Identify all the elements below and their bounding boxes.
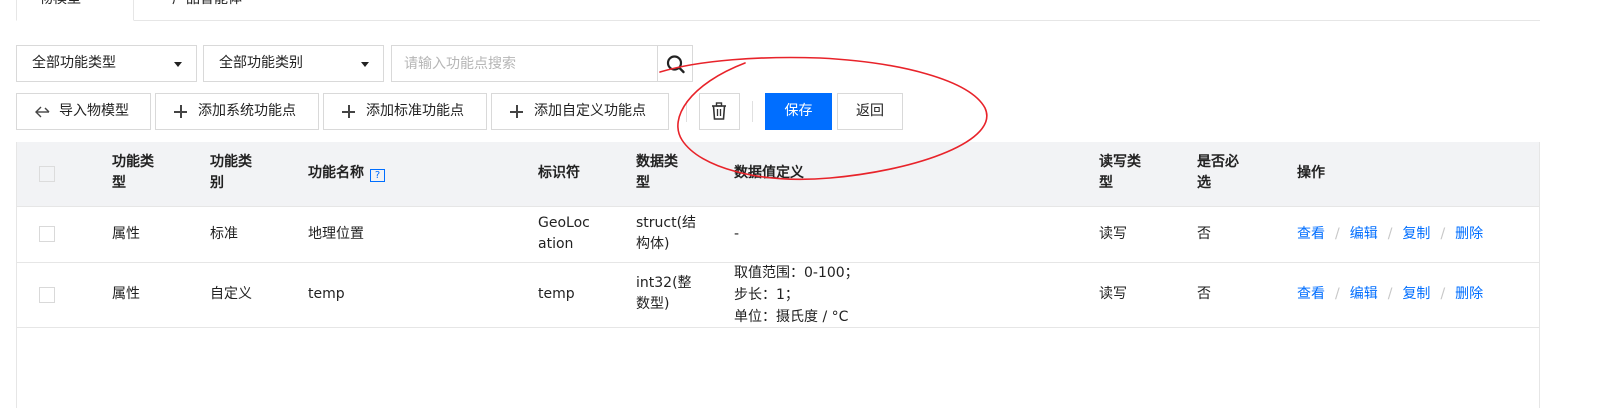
copy-link[interactable]: 复制	[1402, 226, 1430, 242]
cell-read-write-type: 读写	[1099, 226, 1127, 242]
header-identifier: 标识符	[538, 165, 580, 181]
import-model-label: 导入物模型	[59, 103, 129, 119]
view-link[interactable]: 查看	[1297, 286, 1325, 302]
import-model-button[interactable]: 导入物模型	[16, 93, 151, 130]
header-function-name: 功能名称?	[308, 163, 385, 184]
trash-icon	[712, 102, 726, 120]
delete-link[interactable]: 删除	[1455, 226, 1483, 242]
ops-separator: /	[1440, 226, 1446, 242]
row-checkbox[interactable]	[39, 287, 55, 303]
data-definition-unit: 单位：摄氏度 / °C	[734, 309, 849, 325]
header-data-definition: 数据值定义	[734, 165, 804, 181]
delete-button[interactable]	[699, 93, 740, 130]
data-definition-step: 步长：1；	[734, 287, 799, 303]
header-function-type: 功能类型	[112, 154, 154, 191]
header-read-write-type: 读写类型	[1099, 154, 1141, 191]
table-row: 属性 标准 地理位置 GeoLocation struct(结构体) - 读写 …	[17, 207, 1539, 263]
toolbar-divider	[752, 101, 753, 122]
search-icon	[666, 55, 685, 74]
top-tab-bar: 物模型 产品智能体	[16, 0, 1540, 21]
import-icon	[35, 106, 50, 118]
cell-function-name: 地理位置	[308, 226, 364, 242]
select-all-checkbox[interactable]	[39, 166, 55, 182]
plus-icon	[342, 105, 355, 118]
add-system-function-button[interactable]: 添加系统功能点	[155, 93, 319, 130]
ops-separator: /	[1335, 226, 1340, 242]
row-operations: 查看 / 编辑 / 复制 / 删除	[1297, 224, 1483, 245]
add-custom-function-label: 添加自定义功能点	[534, 103, 646, 119]
cell-read-write-type: 读写	[1099, 286, 1127, 302]
delete-link[interactable]: 删除	[1455, 286, 1483, 302]
cell-function-name: temp	[308, 286, 345, 302]
ops-separator: /	[1335, 286, 1340, 302]
copy-link[interactable]: 复制	[1402, 286, 1430, 302]
chevron-down-icon	[361, 62, 369, 67]
cell-data-definition: 取值范围：0-100； 步长：1； 单位：摄氏度 / °C	[734, 262, 1074, 328]
cell-data-type: int32(整数型)	[636, 275, 692, 312]
add-standard-function-label: 添加标准功能点	[366, 103, 464, 119]
function-category-select-value: 全部功能类别	[219, 55, 303, 71]
table-row: 属性 自定义 temp temp int32(整数型) 取值范围：0-100； …	[17, 263, 1539, 328]
header-function-name-label: 功能名称	[308, 165, 364, 181]
search-input[interactable]	[391, 45, 658, 82]
tab-product-agent[interactable]: 产品智能体	[166, 0, 242, 21]
cell-function-category: 标准	[210, 226, 238, 242]
table-header: 功能类型 功能类别 功能名称? 标识符 数据类型 数据值定义 读写类型 是否必选…	[17, 142, 1539, 207]
row-checkbox[interactable]	[39, 226, 55, 242]
add-custom-function-button[interactable]: 添加自定义功能点	[491, 93, 669, 130]
cell-function-type: 属性	[112, 286, 140, 302]
back-button[interactable]: 返回	[837, 93, 903, 130]
add-system-function-label: 添加系统功能点	[198, 103, 296, 119]
cell-required: 否	[1197, 226, 1211, 242]
cell-function-category: 自定义	[210, 286, 252, 302]
search-button[interactable]	[657, 45, 693, 82]
cell-data-type: struct(结构体)	[636, 215, 697, 252]
header-function-category: 功能类别	[210, 154, 252, 191]
ops-separator: /	[1440, 286, 1446, 302]
function-table: 功能类型 功能类别 功能名称? 标识符 数据类型 数据值定义 读写类型 是否必选…	[16, 142, 1540, 408]
ops-separator: /	[1387, 226, 1393, 242]
header-required: 是否必选	[1197, 154, 1239, 191]
cell-identifier: temp	[538, 286, 575, 302]
add-standard-function-button[interactable]: 添加标准功能点	[323, 93, 487, 130]
toolbar-divider	[686, 101, 687, 122]
cell-identifier: GeoLocation	[538, 215, 590, 252]
function-category-select[interactable]: 全部功能类别	[203, 45, 384, 82]
data-definition-range: 取值范围：0-100；	[734, 265, 859, 281]
plus-icon	[174, 105, 187, 118]
function-type-select-value: 全部功能类型	[32, 55, 116, 71]
row-operations: 查看 / 编辑 / 复制 / 删除	[1297, 284, 1483, 305]
header-operations: 操作	[1297, 165, 1325, 181]
header-data-type: 数据类型	[636, 154, 678, 191]
cell-data-definition: -	[734, 226, 740, 242]
help-icon[interactable]: ?	[370, 169, 385, 182]
chevron-down-icon	[174, 62, 182, 67]
tab-thing-model[interactable]: 物模型	[16, 0, 134, 21]
edit-link[interactable]: 编辑	[1350, 286, 1378, 302]
function-type-select[interactable]: 全部功能类型	[16, 45, 197, 82]
cell-required: 否	[1197, 286, 1211, 302]
cell-function-type: 属性	[112, 226, 140, 242]
save-button[interactable]: 保存	[765, 93, 832, 130]
view-link[interactable]: 查看	[1297, 226, 1325, 242]
plus-icon	[510, 105, 523, 118]
ops-separator: /	[1387, 286, 1393, 302]
edit-link[interactable]: 编辑	[1350, 226, 1378, 242]
